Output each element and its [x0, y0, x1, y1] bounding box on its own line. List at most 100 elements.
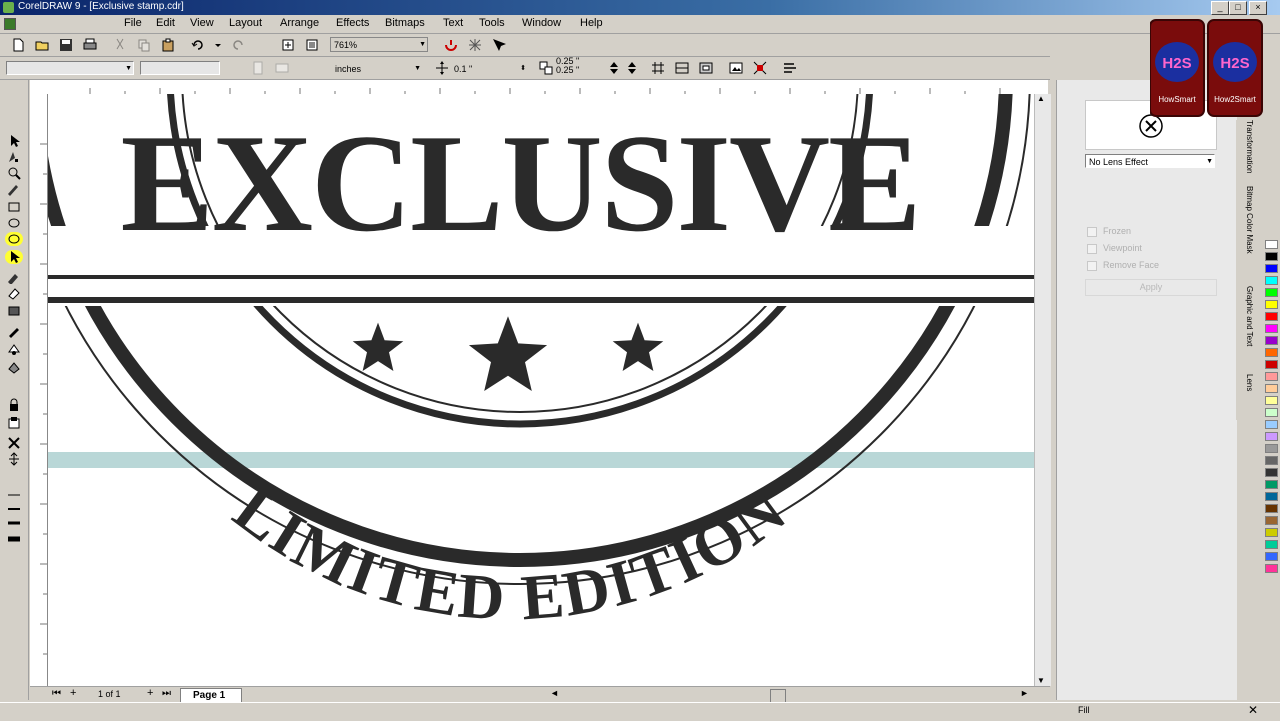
color-swatch[interactable] [1265, 384, 1278, 393]
duplicate-spinner-2-icon[interactable] [624, 60, 640, 76]
color-swatch[interactable] [1265, 516, 1278, 525]
add-page-before-icon[interactable]: + [70, 687, 76, 699]
color-swatch[interactable] [1265, 468, 1278, 477]
menu-window[interactable]: Window [522, 17, 561, 29]
portrait-icon[interactable] [250, 60, 266, 76]
exclusive-stamp-artwork[interactable]: EXCLUSIVE LIMITED EDITION [48, 94, 1034, 686]
menu-text[interactable]: Text [443, 17, 463, 29]
menu-edit[interactable]: Edit [156, 17, 175, 29]
menu-bitmaps[interactable]: Bitmaps [385, 17, 425, 29]
polygon-tool-icon[interactable] [5, 232, 23, 246]
vertical-ruler[interactable] [30, 94, 48, 686]
color-swatch[interactable] [1265, 312, 1278, 321]
menu-layout[interactable]: Layout [229, 17, 262, 29]
cut-icon[interactable] [112, 37, 128, 53]
medium-outline-icon[interactable] [5, 516, 23, 530]
landscape-icon[interactable] [274, 60, 290, 76]
scroll-down-icon[interactable]: ▼ [1037, 676, 1045, 685]
horizontal-ruler[interactable] [30, 80, 1048, 95]
color-swatch[interactable] [1265, 288, 1278, 297]
text-tool-icon[interactable] [5, 270, 23, 284]
lens-effect-select[interactable]: No Lens Effect ▼ [1085, 154, 1215, 168]
duplicate-distance-fields[interactable]: 0.25 " 0.25 " [556, 57, 612, 75]
color-swatch[interactable] [1265, 528, 1278, 537]
vertical-scrollbar[interactable]: ▲ ▼ [1034, 94, 1051, 686]
tab-transformation[interactable]: Transformation [1238, 120, 1254, 174]
color-swatch[interactable] [1265, 432, 1278, 441]
scroll-right-icon[interactable]: ► [1020, 688, 1029, 698]
color-swatch[interactable] [1265, 264, 1278, 273]
color-swatch[interactable] [1265, 540, 1278, 549]
duplicate-spinner-icon[interactable] [606, 60, 622, 76]
options-icon[interactable] [782, 60, 798, 76]
pick-tool-icon[interactable] [5, 134, 23, 148]
thick-outline-icon[interactable] [5, 532, 23, 546]
color-swatch[interactable] [1265, 396, 1278, 405]
color-swatch[interactable] [1265, 564, 1278, 573]
color-swatch[interactable] [1265, 276, 1278, 285]
app-icon[interactable] [3, 2, 14, 13]
color-swatch[interactable] [1265, 336, 1278, 345]
color-swatch[interactable] [1265, 552, 1278, 561]
frozen-checkbox[interactable]: Frozen [1087, 226, 1131, 237]
snap-to-objects-icon[interactable] [698, 60, 714, 76]
tab-lens[interactable]: Lens [1238, 374, 1254, 391]
color-swatch[interactable] [1265, 324, 1278, 333]
duplicate-y-value[interactable]: 0.25 " [556, 66, 612, 75]
open-icon[interactable] [34, 37, 50, 53]
new-icon[interactable] [10, 37, 26, 53]
fill-tool-icon[interactable] [5, 360, 23, 374]
save-icon[interactable] [58, 37, 74, 53]
color-swatch[interactable] [1265, 300, 1278, 309]
interactive-fill-icon[interactable] [5, 286, 23, 300]
add-page-after-icon[interactable]: + [147, 687, 153, 699]
menu-arrange[interactable]: Arrange [280, 17, 319, 29]
color-swatch[interactable] [1265, 456, 1278, 465]
color-swatch[interactable] [1265, 360, 1278, 369]
shape-tool-icon[interactable] [5, 150, 23, 164]
paste-icon[interactable] [160, 37, 176, 53]
drawing-canvas[interactable]: EXCLUSIVE LIMITED EDITION [48, 94, 1034, 686]
color-swatch[interactable] [1265, 420, 1278, 429]
menu-help[interactable]: Help [580, 17, 603, 29]
color-swatch[interactable] [1265, 240, 1278, 249]
viewpoint-checkbox[interactable]: Viewpoint [1087, 243, 1142, 254]
menu-effects[interactable]: Effects [336, 17, 369, 29]
spinner-icon[interactable]: ⬍ [520, 63, 526, 75]
hairline-outline-icon[interactable] [5, 488, 23, 502]
eyedropper-tool-icon[interactable] [5, 324, 23, 338]
ellipse-tool-icon[interactable] [5, 216, 23, 230]
distribute-icon[interactable] [5, 452, 23, 466]
menu-file[interactable]: File [124, 17, 142, 29]
application-launcher-icon[interactable] [443, 37, 459, 53]
nudge-offset-field[interactable]: 0.1 " ⬍ [450, 61, 528, 75]
menu-tools[interactable]: Tools [479, 17, 505, 29]
scroll-up-icon[interactable]: ▲ [1037, 94, 1045, 103]
undo-list-icon[interactable] [210, 37, 221, 53]
copy-icon[interactable] [136, 37, 152, 53]
tab-graphic-and-text[interactable]: Graphic and Text [1238, 286, 1254, 346]
color-swatch[interactable] [1265, 444, 1278, 453]
color-swatch[interactable] [1265, 252, 1278, 261]
remove-face-checkbox[interactable]: Remove Face [1087, 260, 1159, 271]
rectangle-tool-icon[interactable] [5, 200, 23, 214]
thin-outline-icon[interactable] [5, 502, 23, 516]
document-icon[interactable] [4, 18, 16, 30]
zoom-tool-icon[interactable] [5, 166, 23, 180]
snap-to-grid-icon[interactable] [650, 60, 666, 76]
color-swatch[interactable] [1265, 348, 1278, 357]
apply-button[interactable]: Apply [1085, 279, 1217, 296]
color-swatch[interactable] [1265, 408, 1278, 417]
print-icon[interactable] [82, 37, 98, 53]
edit-image-icon[interactable] [728, 60, 744, 76]
import-icon[interactable] [280, 37, 296, 53]
menu-view[interactable]: View [190, 17, 214, 29]
treat-as-filled-icon[interactable] [752, 60, 768, 76]
container-icon[interactable] [5, 416, 23, 430]
export-icon[interactable] [304, 37, 320, 53]
freehand-tool-icon[interactable] [5, 182, 23, 196]
color-swatch[interactable] [1265, 480, 1278, 489]
paper-type-select[interactable]: ▼ [6, 61, 134, 75]
color-swatch[interactable] [1265, 504, 1278, 513]
interactive-blend-icon[interactable] [5, 304, 23, 318]
